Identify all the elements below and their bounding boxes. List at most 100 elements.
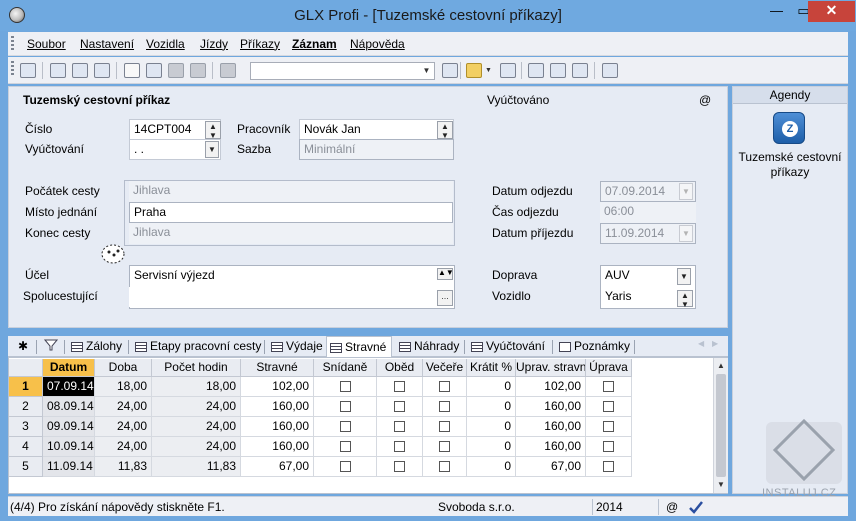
grid-icon[interactable]: [550, 63, 566, 78]
tab-scroll-right-icon[interactable]: ▶: [712, 339, 718, 348]
travel-order-agenda-icon[interactable]: Z: [773, 112, 805, 144]
tab-zalohy[interactable]: Zálohy: [68, 338, 122, 357]
cell-doba[interactable]: 24,00: [95, 417, 152, 437]
pracovnik-spinner[interactable]: ▲ ▼: [437, 121, 453, 140]
cell-stravne[interactable]: 160,00: [241, 417, 314, 437]
cell-doba[interactable]: 11,83: [95, 457, 152, 477]
minimize-button[interactable]: —: [763, 1, 790, 22]
spolucestujici-field[interactable]: [129, 287, 439, 307]
col-header-kratit[interactable]: Krátit %: [467, 359, 516, 377]
cell-stravne[interactable]: 67,00: [241, 457, 314, 477]
menu-vozidla[interactable]: Vozidla: [146, 37, 185, 51]
uprava-checkbox[interactable]: [603, 401, 614, 412]
tab-star[interactable]: ✱: [14, 338, 28, 357]
row-header[interactable]: 4: [9, 437, 43, 457]
image-icon[interactable]: [572, 63, 588, 78]
menu-zaznam[interactable]: Záznam: [292, 37, 337, 51]
col-header-uprav-stravne[interactable]: Uprav. stravn: [516, 359, 586, 377]
obed-checkbox[interactable]: [394, 461, 405, 472]
tab-vydaje[interactable]: Výdaje: [268, 338, 323, 357]
uprava-checkbox[interactable]: [603, 381, 614, 392]
menu-napoveda[interactable]: Nápověda: [350, 37, 405, 51]
cell-datum[interactable]: 09.09.14: [43, 417, 95, 437]
cell-uprav[interactable]: 160,00: [516, 397, 586, 417]
help-pointer-icon[interactable]: [602, 63, 618, 78]
cell-uprav[interactable]: 160,00: [516, 437, 586, 457]
row-header[interactable]: 1: [9, 377, 43, 397]
col-header-snidane[interactable]: Snídaně: [314, 359, 377, 377]
menu-soubor[interactable]: Soubor: [27, 37, 66, 51]
tab-poznamky[interactable]: Poznámky: [556, 338, 630, 357]
cell-kratit[interactable]: 0: [467, 457, 516, 477]
scroll-thumb[interactable]: [716, 374, 726, 477]
cell-doba[interactable]: 24,00: [95, 437, 152, 457]
vozidlo-field[interactable]: Yaris: [601, 287, 671, 307]
obed-checkbox[interactable]: [394, 381, 405, 392]
close-button[interactable]: ✕: [808, 1, 855, 22]
col-header-pocet-hodin[interactable]: Počet hodin: [152, 359, 241, 377]
check-icon[interactable]: [688, 499, 704, 515]
chevron-down-icon[interactable]: ▼: [420, 64, 433, 78]
cell-hodin[interactable]: 11,83: [152, 457, 241, 477]
cell-stravne[interactable]: 160,00: [241, 397, 314, 417]
uprava-checkbox[interactable]: [603, 461, 614, 472]
cell-datum[interactable]: 07.09.14: [43, 377, 95, 397]
status-email-icon[interactable]: @: [666, 500, 678, 514]
vecere-checkbox[interactable]: [439, 461, 450, 472]
email-icon[interactable]: @: [699, 93, 711, 107]
tab-vyuctovani[interactable]: Vyúčtování: [468, 338, 545, 357]
grid-scrollbar[interactable]: ▲ ▼: [713, 358, 728, 493]
cell-datum[interactable]: 08.09.14: [43, 397, 95, 417]
calculator-icon[interactable]: [500, 63, 516, 78]
tab-scroll-left-icon[interactable]: ◀: [698, 339, 704, 348]
col-header-stravne[interactable]: Stravné: [241, 359, 314, 377]
scroll-down-icon[interactable]: ▼: [714, 478, 728, 492]
menu-nastaveni[interactable]: Nastavení: [80, 37, 134, 51]
snidane-checkbox[interactable]: [340, 401, 351, 412]
menu-jizdy[interactable]: Jízdy: [200, 37, 228, 51]
cell-doba[interactable]: 18,00: [95, 377, 152, 397]
exit-icon[interactable]: [20, 63, 36, 78]
misto-field[interactable]: Praha: [129, 202, 453, 223]
col-header-datum[interactable]: Datum: [43, 359, 95, 377]
col-header-doba[interactable]: Doba: [95, 359, 152, 377]
list-icon[interactable]: [528, 63, 544, 78]
row-header[interactable]: 3: [9, 417, 43, 437]
agendy-item-label[interactable]: Tuzemské cestovní příkazy: [733, 150, 847, 180]
print-icon[interactable]: [72, 63, 88, 78]
obed-checkbox[interactable]: [394, 401, 405, 412]
menu-grip[interactable]: [11, 36, 14, 52]
obed-checkbox[interactable]: [394, 441, 405, 452]
tab-nahrady[interactable]: Náhrady: [396, 338, 459, 357]
snidane-checkbox[interactable]: [340, 381, 351, 392]
spolucestujici-more-button[interactable]: …: [437, 290, 453, 306]
folder-icon[interactable]: [466, 63, 482, 78]
vecere-checkbox[interactable]: [439, 421, 450, 432]
vecere-checkbox[interactable]: [439, 441, 450, 452]
cell-uprav[interactable]: 160,00: [516, 417, 586, 437]
row-header[interactable]: 5: [9, 457, 43, 477]
snidane-checkbox[interactable]: [340, 421, 351, 432]
snidane-checkbox[interactable]: [340, 441, 351, 452]
save-all-icon[interactable]: [190, 63, 206, 78]
menu-prikazy[interactable]: Příkazy: [240, 37, 280, 51]
row-header[interactable]: 2: [9, 397, 43, 417]
pracovnik-field[interactable]: Novák Jan: [299, 119, 454, 140]
edit-icon[interactable]: [146, 63, 162, 78]
cell-hodin[interactable]: 24,00: [152, 437, 241, 457]
settings-icon[interactable]: [50, 63, 66, 78]
col-header-obed[interactable]: Oběd: [377, 359, 423, 377]
doprava-dropdown-icon[interactable]: ▼: [677, 268, 691, 285]
cell-stravne[interactable]: 160,00: [241, 437, 314, 457]
cell-datum[interactable]: 10.09.14: [43, 437, 95, 457]
vecere-checkbox[interactable]: [439, 401, 450, 412]
search-combo[interactable]: ▼: [250, 62, 435, 80]
snidane-checkbox[interactable]: [340, 461, 351, 472]
vozidlo-spinner[interactable]: ▲ ▼: [677, 290, 693, 309]
cell-hodin[interactable]: 24,00: [152, 397, 241, 417]
copy-icon[interactable]: [220, 63, 236, 78]
filter-tab-icon[interactable]: [40, 338, 62, 357]
tab-stravne[interactable]: Stravné: [326, 336, 392, 357]
cell-stravne[interactable]: 102,00: [241, 377, 314, 397]
cell-kratit[interactable]: 0: [467, 377, 516, 397]
